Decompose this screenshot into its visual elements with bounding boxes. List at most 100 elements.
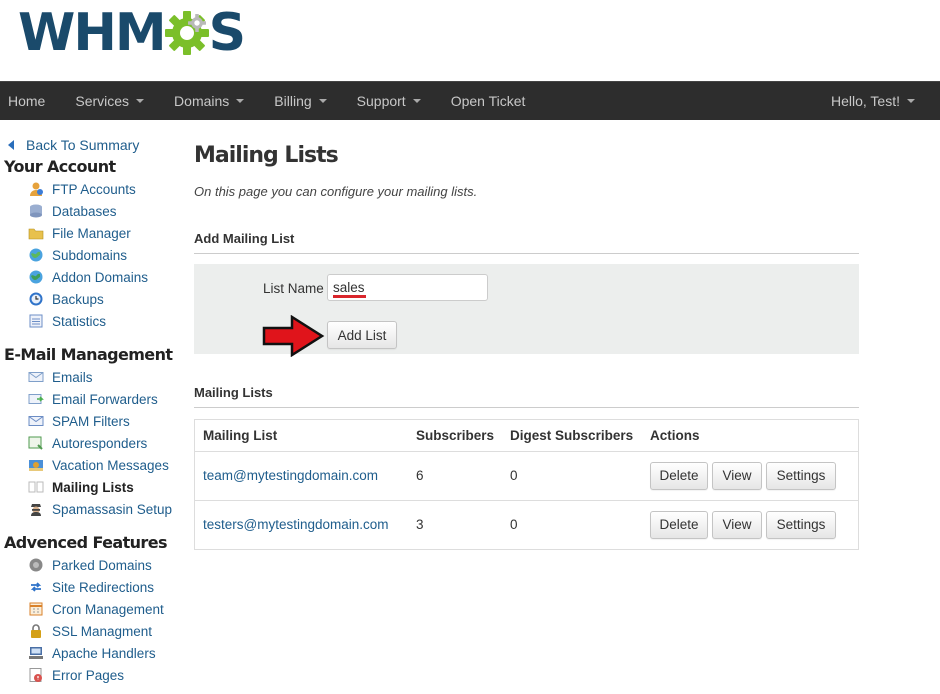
table-header-row: Mailing List Subscribers Digest Subscrib… — [195, 420, 858, 451]
sidebar-item-label: Mailing Lists — [52, 479, 134, 495]
sidebar-item-mailing-lists[interactable]: Mailing Lists — [28, 476, 184, 498]
header-subscribers: Subscribers — [416, 427, 495, 443]
header-mailing-list: Mailing List — [203, 427, 278, 443]
back-link-label: Back To Summary — [26, 137, 140, 153]
view-button[interactable]: View — [712, 510, 763, 539]
sidebar-item-parked-domains[interactable]: Parked Domains — [28, 554, 184, 576]
digest-subscribers-count: 0 — [502, 499, 643, 549]
sidebar-item-label: SSL Managment — [52, 623, 153, 639]
nav-item-label: Open Ticket — [450, 93, 526, 109]
add-mailing-list-heading: Add Mailing List — [194, 231, 859, 254]
red-arrow-icon — [262, 315, 325, 357]
sidebar-item-label: Cron Management — [52, 601, 164, 617]
error-page-icon — [28, 667, 44, 683]
clock-icon — [28, 291, 44, 307]
sidebar-item-label: SPAM Filters — [52, 413, 130, 429]
server-icon — [28, 645, 44, 661]
sidebar-item-vacation-messages[interactable]: Vacation Messages — [28, 454, 184, 476]
spam-filter-icon — [28, 413, 44, 429]
sidebar-item-backups[interactable]: Backups — [28, 288, 184, 310]
chevron-down-icon — [907, 99, 915, 103]
nav-item-support[interactable]: Support — [357, 82, 436, 120]
nav-item-label: Domains — [174, 93, 230, 109]
sidebar-heading-your-account: Your Account — [4, 157, 116, 176]
mailing-lists-table: Mailing List Subscribers Digest Subscrib… — [194, 419, 859, 550]
sidebar-item-ftp-accounts[interactable]: FTP Accounts — [28, 178, 184, 200]
sidebar-item-label: Site Redirections — [52, 579, 155, 595]
top-navbar: Home Services Domains Billing Support Open Ti… — [0, 81, 940, 120]
sidebar-item-email-forwarders[interactable]: Email Forwarders — [28, 388, 184, 410]
sidebar-item-emails[interactable]: Emails — [28, 366, 184, 388]
nav-item-billing[interactable]: Billing — [274, 82, 341, 120]
nav-item-services[interactable]: Services — [75, 82, 159, 120]
subscribers-count: 6 — [408, 450, 503, 500]
digest-subscribers-count: 0 — [502, 450, 643, 500]
table-row: team@mytestingdomain.com 6 0 Delete View… — [195, 450, 858, 500]
mailing-list-email-link[interactable]: team@mytestingdomain.com — [195, 450, 408, 500]
list-name-label: List Name — [263, 281, 324, 296]
sidebar-item-label: Emails — [52, 369, 93, 385]
settings-button[interactable]: Settings — [766, 510, 837, 539]
sidebar-item-statistics[interactable]: Statistics — [28, 310, 184, 332]
nav-item-domains[interactable]: Domains — [174, 82, 259, 120]
add-mailing-list-form: List Name sales Add List — [194, 264, 859, 357]
sidebar-item-label: Autoresponders — [52, 435, 148, 451]
sidebar-item-subdomains[interactable]: Subdomains — [28, 244, 184, 266]
chevron-down-icon — [136, 99, 145, 103]
sidebar-item-label: Addon Domains — [52, 269, 149, 285]
back-to-summary-link[interactable]: Back To Summary — [8, 136, 184, 154]
sidebar-item-spam-filters[interactable]: SPAM Filters — [28, 410, 184, 432]
vacation-icon — [28, 457, 44, 473]
settings-button[interactable]: Settings — [766, 461, 837, 490]
row-actions: Delete View Settings — [642, 499, 858, 549]
nav-item-home[interactable]: Home — [8, 82, 60, 120]
nav-item-label: Support — [356, 93, 406, 109]
envelope-icon — [28, 369, 44, 385]
sidebar: Back To Summary Your Account FTP Accounts… — [4, 136, 184, 686]
envelope-forward-icon — [28, 391, 44, 407]
whmcs-logo[interactable]: WHM S — [18, 3, 246, 63]
folder-icon — [28, 225, 44, 241]
sidebar-item-label: Vacation Messages — [52, 457, 169, 473]
sidebar-item-databases[interactable]: Databases — [28, 200, 184, 222]
main-nav: Home Services Domains Billing Support Open Ti… — [0, 82, 555, 120]
mailing-list-email-link[interactable]: testers@mytestingdomain.com — [195, 499, 408, 549]
sidebar-item-site-redirections[interactable]: Site Redirections — [28, 576, 184, 598]
lock-icon — [28, 623, 44, 639]
chart-icon — [28, 313, 44, 329]
sidebar-item-label: Apache Handlers — [52, 645, 156, 661]
header-actions: Actions — [650, 427, 700, 443]
header-digest-subscribers: Digest Subscribers — [510, 427, 634, 443]
sidebar-item-label: Backups — [52, 291, 104, 307]
logo-text: WHM S — [18, 3, 246, 63]
globe-icon — [28, 247, 44, 263]
back-arrow-icon — [8, 140, 14, 150]
sidebar-item-label: Error Pages — [52, 667, 125, 683]
sidebar-heading-advenced-features: Advenced Features — [4, 533, 168, 552]
sidebar-item-label: Statistics — [52, 313, 107, 329]
sidebar-item-cron-management[interactable]: Cron Management — [28, 598, 184, 620]
redirect-icon — [28, 579, 44, 595]
sidebar-item-ssl-managment[interactable]: SSL Managment — [28, 620, 184, 642]
sidebar-item-addon-domains[interactable]: Addon Domains — [28, 266, 184, 288]
sidebar-item-error-pages[interactable]: Error Pages — [28, 664, 184, 686]
mailing-lists-heading: Mailing Lists — [194, 385, 859, 408]
ftp-icon — [28, 181, 44, 197]
nav-item-open-ticket[interactable]: Open Ticket — [451, 82, 541, 120]
sidebar-item-spamassasin-setup[interactable]: Spamassasin Setup — [28, 498, 184, 520]
sidebar-item-autoresponders[interactable]: Autoresponders — [28, 432, 184, 454]
sidebar-item-apache-handlers[interactable]: Apache Handlers — [28, 642, 184, 664]
view-button[interactable]: View — [712, 461, 763, 490]
delete-button[interactable]: Delete — [650, 461, 709, 490]
chevron-down-icon — [318, 99, 327, 103]
gear-logo-icon — [164, 11, 209, 55]
table-row: testers@mytestingdomain.com 3 0 Delete V… — [195, 499, 858, 549]
add-list-button[interactable]: Add List — [327, 321, 397, 349]
main-content: Mailing Lists On this page you can confi… — [194, 136, 859, 550]
page-description: On this page you can configure your mail… — [194, 184, 478, 199]
user-menu[interactable]: Hello, Test! — [831, 82, 930, 120]
sidebar-item-file-manager[interactable]: File Manager — [28, 222, 184, 244]
spy-icon — [28, 501, 44, 517]
delete-button[interactable]: Delete — [650, 510, 709, 539]
parked-icon — [28, 557, 44, 573]
